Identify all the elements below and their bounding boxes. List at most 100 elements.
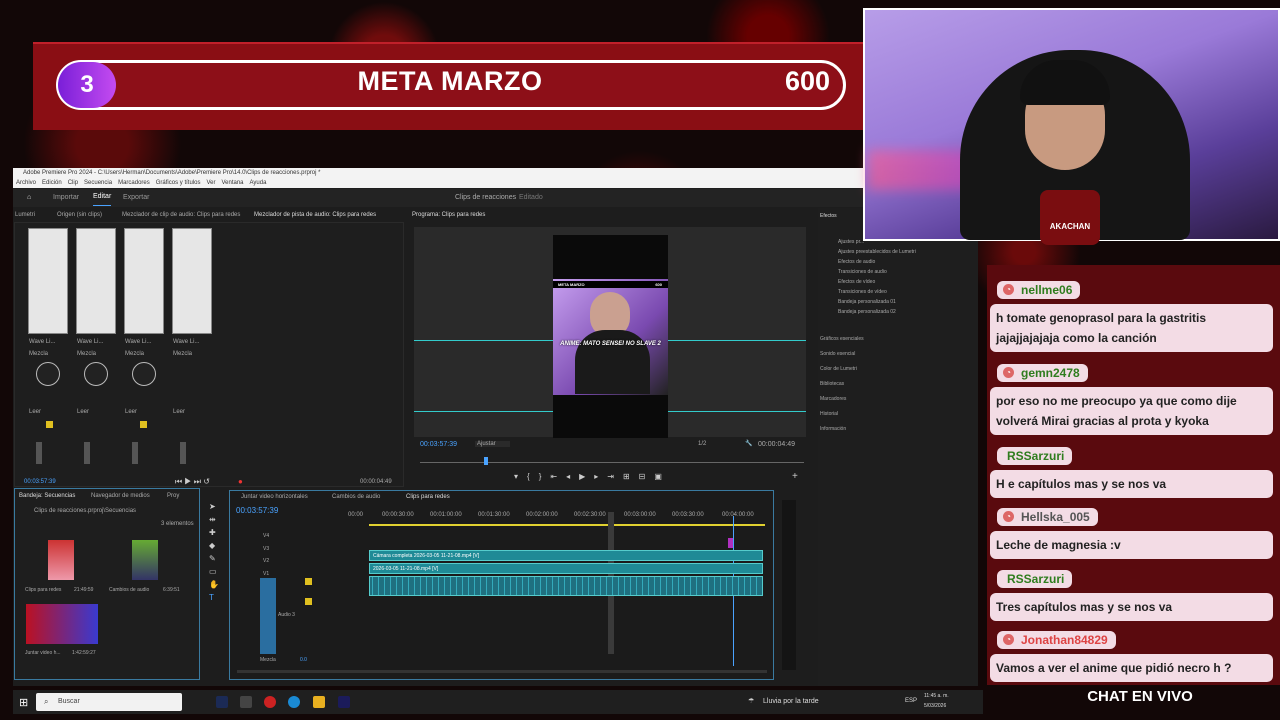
menu-marcadores[interactable]: Marcadores (118, 180, 150, 186)
track-solo-a3[interactable] (305, 598, 312, 605)
menu-edicion[interactable]: Edición (42, 180, 62, 186)
mixer-effect-3[interactable]: Wave Li... (125, 339, 151, 345)
mixer-insert-slot-1[interactable] (28, 228, 68, 334)
effects-folder-1[interactable]: Ajustes pr... (838, 239, 864, 245)
tab-seq-clips[interactable]: Clips para redes (406, 494, 450, 500)
effects-folder-4[interactable]: Transiciones de audio (838, 269, 887, 275)
explorer-taskbar-icon[interactable] (313, 696, 325, 708)
program-transport[interactable]: ▾{}⇤◂▶▸⇥⊞⊟▣ (514, 472, 671, 481)
volume-fader-1[interactable] (36, 442, 42, 464)
panel-markers[interactable]: Marcadores (820, 396, 846, 402)
effects-folder-3[interactable]: Efectos de audio (838, 259, 875, 265)
video-clip-v2[interactable]: Cámara completa 2026-03-05 11-21-08.mp4 … (369, 550, 763, 561)
record-icon[interactable]: ● (238, 477, 243, 486)
tab-track-mixer[interactable]: Mezclador de pista de audio: Clips para … (254, 212, 376, 218)
tab-lumetri[interactable]: Lumetri (15, 212, 35, 218)
effects-folder-6[interactable]: Transiciones de vídeo (838, 289, 887, 295)
mixer-send-3[interactable]: Mezcla (125, 351, 144, 357)
tab-source[interactable]: Origen (sin clips) (57, 212, 102, 218)
home-icon[interactable]: ⌂ (27, 189, 31, 207)
mixer-insert-slot-4[interactable] (172, 228, 212, 334)
add-button-icon[interactable]: + (792, 471, 798, 482)
weather-icon[interactable]: ☂ (748, 697, 754, 705)
mixer-send-2[interactable]: Mezcla (77, 351, 96, 357)
menu-archivo[interactable]: Archivo (16, 180, 36, 186)
mixer-send-4[interactable]: Mezcla (173, 351, 192, 357)
effects-folder-2[interactable]: Ajustes preestablecidos de Lumetri (838, 249, 916, 255)
mixer-effect-4[interactable]: Wave Li... (173, 339, 199, 345)
pan-knob-3[interactable] (132, 362, 156, 386)
mixer-effect-1[interactable]: Wave Li... (29, 339, 55, 345)
mixer-send-1[interactable]: Mezcla (29, 351, 48, 357)
clock-time[interactable]: 11:45 a. m. (924, 693, 949, 699)
tab-edit[interactable]: Editar (93, 189, 112, 206)
effects-folder-7[interactable]: Bandeja personalizada 01 (838, 299, 896, 305)
taskbar-search-input[interactable]: Buscar (36, 693, 182, 711)
tool-icons[interactable]: ➤ ⇹ ✚ ◆ ✎ ▭ ✋ T (209, 500, 219, 604)
mixer-read-2[interactable]: Leer (77, 409, 89, 415)
tab-project[interactable]: Proy (167, 493, 179, 499)
panel-libraries[interactable]: Bibliotecas (820, 381, 844, 387)
resolution-dropdown[interactable]: 1/2 (698, 441, 706, 447)
menu-secuencia[interactable]: Secuencia (84, 180, 112, 186)
program-scrubber[interactable] (420, 462, 804, 463)
pan-knob-2[interactable] (84, 362, 108, 386)
menu-graficos[interactable]: Gráficos y títulos (156, 180, 201, 186)
tab-clip-mixer[interactable]: Mezclador de clip de audio: Clips para r… (122, 212, 240, 218)
menu-clip[interactable]: Clip (68, 180, 78, 186)
sequence-thumb-2[interactable] (132, 540, 158, 580)
tab-bin-sequences[interactable]: Bandeja: Secuencias (19, 493, 75, 499)
premiere-pro-taskbar-icon[interactable] (338, 696, 350, 708)
audio-track-source-patch[interactable] (260, 578, 276, 654)
tab-seq-juntar[interactable]: Juntar video horizontales (241, 494, 308, 500)
tab-seq-cambios[interactable]: Cambios de audio (332, 494, 380, 500)
tab-media-browser[interactable]: Navegador de medios (91, 493, 150, 499)
effects-folder-8[interactable]: Bandeja personalizada 02 (838, 309, 896, 315)
video-clip-v1[interactable]: 2026-03-05 11-21-08.mp4 [V] (369, 563, 763, 574)
effects-folder-5[interactable]: Efectos de vídeo (838, 279, 875, 285)
transport-controls[interactable]: ⏮ ▶ ⏭ ↺ (175, 477, 210, 487)
playhead-handle[interactable] (484, 457, 488, 465)
menu-ver[interactable]: Ver (206, 180, 215, 186)
mixer-read-3[interactable]: Leer (125, 409, 137, 415)
clock-date[interactable]: 5/03/2026 (924, 703, 946, 709)
language-indicator[interactable]: ESP (905, 698, 917, 704)
wrench-icon[interactable]: 🔧 (745, 440, 752, 447)
pan-knob-1[interactable] (36, 362, 60, 386)
panel-essential-graphics[interactable]: Gráficos esenciales (820, 336, 864, 342)
fit-dropdown[interactable]: Ajustar (475, 441, 510, 447)
tab-program[interactable]: Programa: Clips para redes (412, 212, 485, 218)
sequence-thumb-3[interactable] (26, 604, 98, 644)
mixer-effect-2[interactable]: Wave Li... (77, 339, 103, 345)
volume-fader-4[interactable] (180, 442, 186, 464)
browser-taskbar-icon[interactable] (288, 696, 300, 708)
timeline-scrollbar[interactable] (237, 670, 767, 673)
solo-button-3[interactable] (140, 421, 147, 428)
panel-info[interactable]: Información (820, 426, 846, 432)
solo-button-1[interactable] (46, 421, 53, 428)
app-taskbar-icon[interactable] (240, 696, 252, 708)
panel-lumetri-color[interactable]: Color de Lumetri (820, 366, 857, 372)
work-area-bar[interactable] (369, 524, 765, 526)
premiere-taskbar-icon[interactable] (216, 696, 228, 708)
volume-fader-3[interactable] (132, 442, 138, 464)
mix-track-value[interactable]: 0.0 (300, 657, 307, 663)
tab-import[interactable]: Importar (53, 189, 79, 207)
menu-ayuda[interactable]: Ayuda (250, 180, 267, 186)
sequence-thumb-1[interactable] (48, 540, 74, 580)
audio-clip-a1[interactable] (369, 576, 763, 596)
mixer-insert-slot-2[interactable] (76, 228, 116, 334)
obs-taskbar-icon[interactable] (264, 696, 276, 708)
weather-text[interactable]: Lluvia por la tarde (763, 698, 819, 705)
mixer-insert-slot-3[interactable] (124, 228, 164, 334)
tab-effects[interactable]: Efectos (820, 213, 837, 219)
menu-ventana[interactable]: Ventana (221, 180, 243, 186)
mixer-read-4[interactable]: Leer (173, 409, 185, 415)
panel-history[interactable]: Historial (820, 411, 838, 417)
panel-essential-sound[interactable]: Sonido esencial (820, 351, 855, 357)
tab-export[interactable]: Exportar (123, 189, 149, 207)
volume-fader-2[interactable] (84, 442, 90, 464)
track-solo-a1[interactable] (305, 578, 312, 585)
mixer-read-1[interactable]: Leer (29, 409, 41, 415)
windows-start-icon[interactable]: ⊞ (19, 696, 28, 709)
